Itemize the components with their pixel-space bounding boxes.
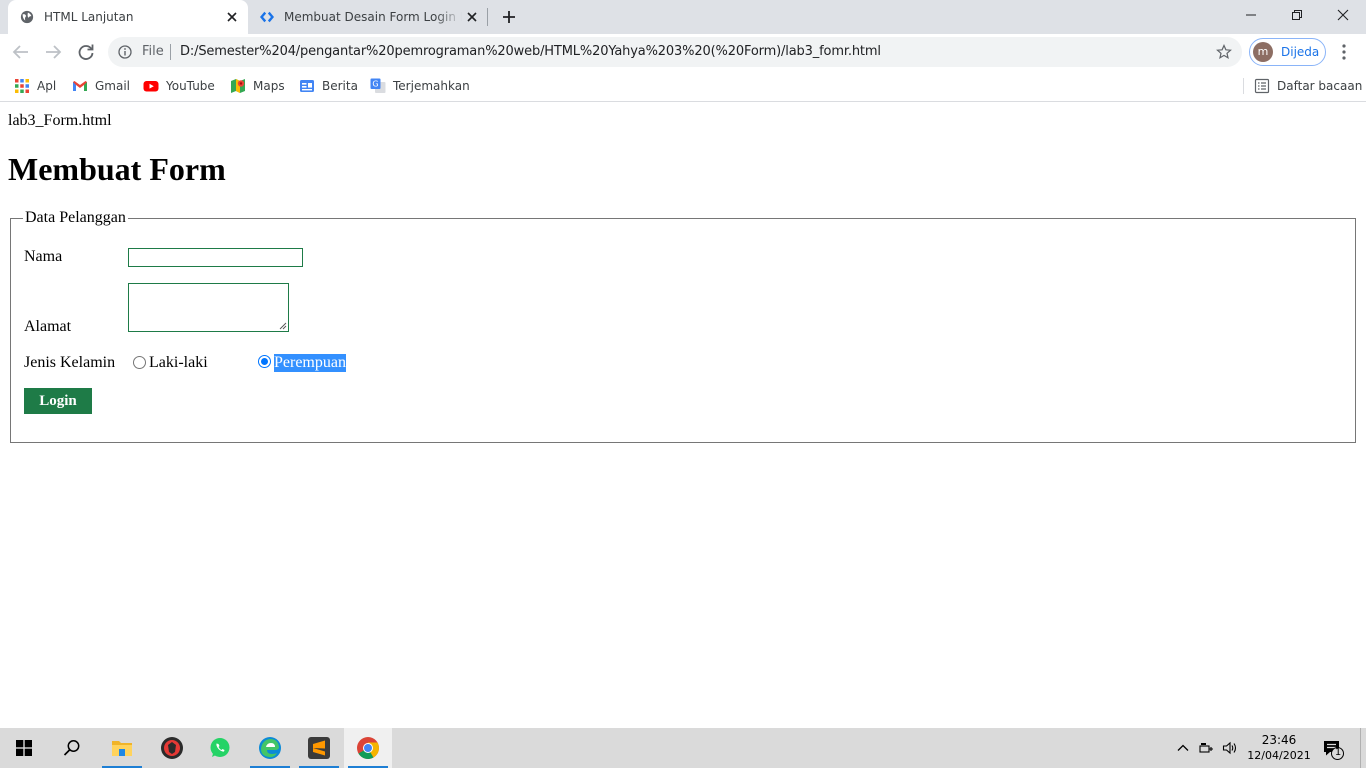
radio-label-laki-laki[interactable]: Laki-laki [149, 354, 208, 372]
start-button[interactable] [0, 728, 48, 768]
folder-icon [112, 741, 132, 756]
sublime-text-icon [308, 737, 330, 759]
clock-date: 12/04/2021 [1247, 749, 1311, 762]
bookmark-berita[interactable]: Berita [299, 76, 358, 96]
radio-perempuan[interactable] [258, 355, 271, 368]
action-center-button[interactable]: 1 [1322, 738, 1344, 760]
taskbar-app-red[interactable] [148, 728, 196, 768]
chrome-icon [357, 737, 379, 759]
bookmark-youtube[interactable]: YouTube [143, 76, 215, 96]
shield-badge-icon [161, 737, 183, 759]
radio-label-perempuan[interactable]: Perempuan [274, 354, 346, 372]
bookmark-label: Maps [253, 79, 285, 93]
gender-label: Jenis Kelamin [24, 354, 116, 371]
close-icon[interactable] [464, 9, 480, 25]
bookmarks-divider [1243, 78, 1244, 94]
bookmark-label: Terjemahkan [393, 79, 470, 93]
bookmark-apl[interactable]: Apl [14, 76, 56, 96]
youtube-icon [143, 81, 159, 92]
fieldset-legend: Data Pelanggan [25, 209, 126, 226]
resize-grip-icon[interactable] [279, 322, 287, 330]
page-title: Membuat Form [8, 151, 226, 187]
clock-time: 23:46 [1261, 733, 1297, 747]
address-bar[interactable]: File D:/Semester%204/pengantar%20pemrogr… [108, 37, 1242, 67]
bookmark-label: Berita [322, 79, 358, 93]
tab-divider [487, 8, 488, 26]
close-icon[interactable] [224, 9, 240, 25]
volume-icon[interactable] [1222, 740, 1238, 756]
minimize-button[interactable] [1228, 0, 1274, 30]
notification-count: 1 [1334, 747, 1342, 758]
reading-list-button[interactable]: Daftar bacaan [1254, 76, 1362, 96]
taskbar-whatsapp[interactable] [196, 728, 244, 768]
name-label: Nama [24, 248, 63, 265]
globe-icon [20, 10, 34, 24]
windows-taskbar: 23:46 12/04/2021 1 [0, 728, 1366, 768]
back-arrow-icon[interactable] [10, 41, 32, 63]
edge-icon [259, 737, 281, 759]
search-button[interactable] [48, 728, 96, 768]
taskbar-file-explorer[interactable] [98, 728, 146, 768]
reload-icon[interactable] [75, 41, 97, 63]
url-text[interactable]: D:/Semester%204/pengantar%20pemrograman%… [180, 45, 881, 59]
restore-icon [1292, 10, 1302, 20]
tab-title: Membuat Desain Form Login Der [284, 10, 462, 24]
taskbar-edge[interactable] [246, 728, 294, 768]
window-close-button[interactable] [1320, 0, 1366, 30]
filename-text: lab3_Form.html [8, 112, 112, 129]
minimize-icon [1246, 14, 1256, 16]
svg-text:G: G [372, 80, 378, 89]
bookmarks-bar: Apl Gmail YouTube Maps Berita G Terjemah… [0, 70, 1366, 102]
gmail-icon [73, 81, 87, 91]
code-diamond-icon [260, 11, 274, 23]
tab-strip: HTML Lanjutan Membuat Desain Form Login … [0, 0, 1366, 34]
profile-name: Dijeda [1281, 45, 1320, 59]
news-icon [300, 80, 314, 92]
close-icon [1337, 9, 1349, 21]
bookmark-label: Gmail [95, 79, 131, 93]
reading-list-icon [1254, 78, 1270, 94]
plus-icon[interactable] [498, 6, 520, 28]
show-desktop-button[interactable] [1360, 728, 1361, 768]
bookmark-label: YouTube [166, 79, 215, 93]
tab-title: HTML Lanjutan [44, 10, 134, 24]
search-icon [63, 740, 80, 756]
address-textarea[interactable] [128, 283, 289, 332]
apps-grid-icon [15, 79, 29, 93]
login-button[interactable]: Login [24, 388, 92, 414]
maps-icon [231, 79, 245, 93]
translate-icon: G [370, 78, 386, 93]
browser-toolbar: File D:/Semester%204/pengantar%20pemrogr… [0, 34, 1366, 70]
bookmark-maps[interactable]: Maps [230, 76, 285, 96]
tab-html-lanjutan[interactable]: HTML Lanjutan [8, 0, 248, 34]
url-scheme-label: File [142, 44, 164, 59]
address-label: Alamat [24, 318, 72, 335]
bookmark-label: Apl [37, 79, 57, 93]
avatar: m [1253, 42, 1273, 62]
info-icon[interactable] [118, 45, 132, 59]
radio-laki-laki[interactable] [133, 356, 146, 369]
more-vert-icon[interactable] [1336, 43, 1352, 61]
forward-arrow-icon[interactable] [42, 41, 64, 63]
address-divider [170, 44, 171, 60]
network-icon[interactable] [1199, 740, 1215, 756]
profile-button[interactable]: m Dijeda [1249, 38, 1326, 66]
tab-membuat-desain[interactable]: Membuat Desain Form Login Der [248, 0, 488, 34]
bookmark-terjemahkan[interactable]: G Terjemahkan [370, 76, 470, 96]
taskbar-chrome[interactable] [344, 728, 392, 768]
reading-list-label: Daftar bacaan [1277, 79, 1363, 93]
page-viewport: lab3_Form.html Membuat Form Data Pelangg… [0, 103, 1366, 728]
star-icon[interactable] [1216, 44, 1232, 60]
whatsapp-icon [210, 738, 230, 757]
taskbar-sublime-text[interactable] [295, 728, 343, 768]
bookmark-gmail[interactable]: Gmail [72, 76, 130, 96]
restore-button[interactable] [1274, 0, 1320, 30]
chevron-up-icon[interactable] [1175, 740, 1191, 756]
system-clock[interactable]: 23:46 12/04/2021 [1244, 732, 1314, 764]
name-input[interactable] [128, 248, 303, 267]
windows-logo-icon [16, 740, 32, 756]
